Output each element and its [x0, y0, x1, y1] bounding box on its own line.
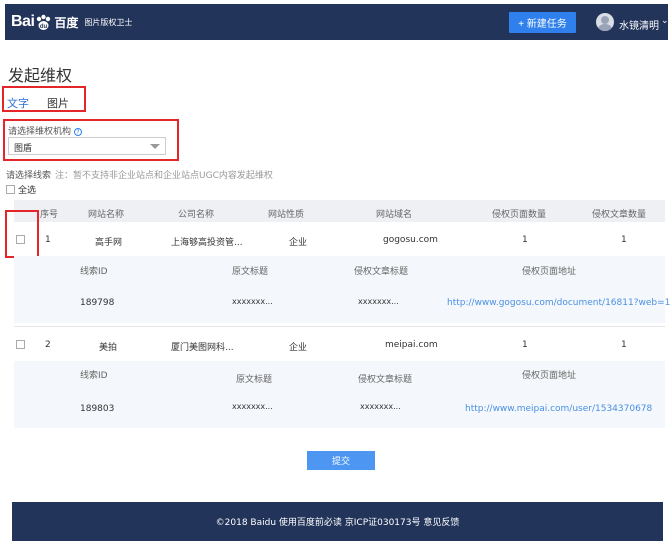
paw-icon: du — [35, 14, 52, 31]
avatar[interactable] — [596, 13, 614, 31]
row-divider — [14, 326, 665, 327]
row-checkbox-highlight — [5, 210, 39, 258]
sub-col-url: 侵权页面地址 — [522, 371, 577, 381]
logo-text-cn: 百度 — [54, 15, 79, 30]
username[interactable]: 水镜清明 — [619, 17, 659, 32]
row-company: 厦门美图网科... — [171, 343, 234, 353]
col-nature: 网站性质 — [268, 210, 305, 220]
logo-text-latin: Bai — [11, 13, 35, 30]
row-pages: 1 — [522, 340, 528, 350]
tab-text[interactable]: 文字 — [7, 95, 29, 111]
clue-note: 注：暂不支持非企业站点和企业站点UGC内容发起维权 — [55, 171, 273, 181]
row-checkbox-2[interactable] — [16, 340, 25, 349]
svg-text:du: du — [40, 24, 48, 30]
row-nature: 企业 — [289, 343, 308, 353]
select-all-label: 全选 — [18, 186, 37, 196]
sub-col-inf-title: 侵权文章标题 — [358, 375, 413, 385]
sub-col-clue-id: 线索ID — [80, 267, 108, 277]
org-select-value: 图盾 — [14, 144, 33, 154]
baidu-logo[interactable]: Bai du 百度 图片版权卫士 — [11, 11, 132, 33]
col-articles: 侵权文章数量 — [592, 210, 647, 220]
row-checkbox-1[interactable] — [16, 235, 25, 244]
sub-col-orig-title: 原文标题 — [232, 267, 269, 277]
col-company: 公司名称 — [178, 210, 215, 220]
clue-id: 189798 — [80, 298, 115, 308]
page-title: 发起维权 — [8, 66, 73, 85]
row-articles: 1 — [621, 235, 627, 245]
infringing-url-link[interactable]: http://www.gogosu.com/document/16811?web… — [447, 298, 670, 308]
infringing-url-link[interactable]: http://www.meipai.com/user/1534370678 — [465, 404, 652, 414]
sub-col-clue-id: 线索ID — [80, 371, 108, 381]
top-header: Bai du 百度 图片版权卫士 + 新建任务 水镜清明 ⌄ — [5, 4, 669, 40]
select-all-checkbox[interactable] — [6, 185, 15, 194]
orig-title: xxxxxxx... — [232, 297, 273, 306]
org-select[interactable]: 图盾 — [8, 137, 166, 155]
org-label-text: 请选择维权机构 — [8, 127, 72, 137]
row-site: 高手网 — [95, 238, 123, 248]
caret-down-icon — [150, 144, 160, 149]
new-task-button[interactable]: + 新建任务 — [509, 12, 576, 33]
org-label: 请选择维权机构? — [8, 124, 83, 137]
col-index: 序号 — [40, 210, 59, 220]
row-nature: 企业 — [289, 238, 308, 248]
col-domain: 网站域名 — [376, 210, 413, 220]
sub-col-url: 侵权页面地址 — [522, 267, 577, 277]
row-company: 上海够高投资管... — [171, 238, 243, 248]
row-site: 美拍 — [99, 343, 118, 353]
clue-id: 189803 — [80, 404, 115, 414]
product-name: 图片版权卫士 — [84, 17, 133, 27]
inf-title: xxxxxxx... — [360, 402, 401, 411]
col-site: 网站名称 — [88, 210, 125, 220]
row-index: 1 — [45, 235, 51, 245]
col-pages: 侵权页面数量 — [492, 210, 547, 220]
sub-col-inf-title: 侵权文章标题 — [354, 267, 409, 277]
submit-button[interactable]: 提交 — [307, 451, 375, 470]
footer: ©2018 Baidu 使用百度前必读 京ICP证030173号 意见反馈 — [12, 502, 663, 541]
row-pages: 1 — [522, 235, 528, 245]
clue-label: 请选择线索 注：暂不支持非企业站点和企业站点UGC内容发起维权 — [6, 168, 273, 181]
sub-col-orig-title: 原文标题 — [236, 375, 273, 385]
select-all[interactable]: 全选 — [6, 183, 36, 196]
tab-image[interactable]: 图片 — [47, 95, 69, 111]
orig-title: xxxxxxx... — [232, 402, 273, 411]
info-icon[interactable]: ? — [74, 128, 83, 136]
row-index: 2 — [45, 340, 51, 350]
chevron-down-icon[interactable]: ⌄ — [661, 16, 669, 26]
clue-label-text: 请选择线索 — [6, 171, 52, 181]
row-articles: 1 — [621, 340, 627, 350]
row-domain: meipai.com — [385, 340, 438, 350]
row-domain: gogosu.com — [383, 235, 438, 245]
inf-title: xxxxxxx... — [358, 297, 399, 306]
